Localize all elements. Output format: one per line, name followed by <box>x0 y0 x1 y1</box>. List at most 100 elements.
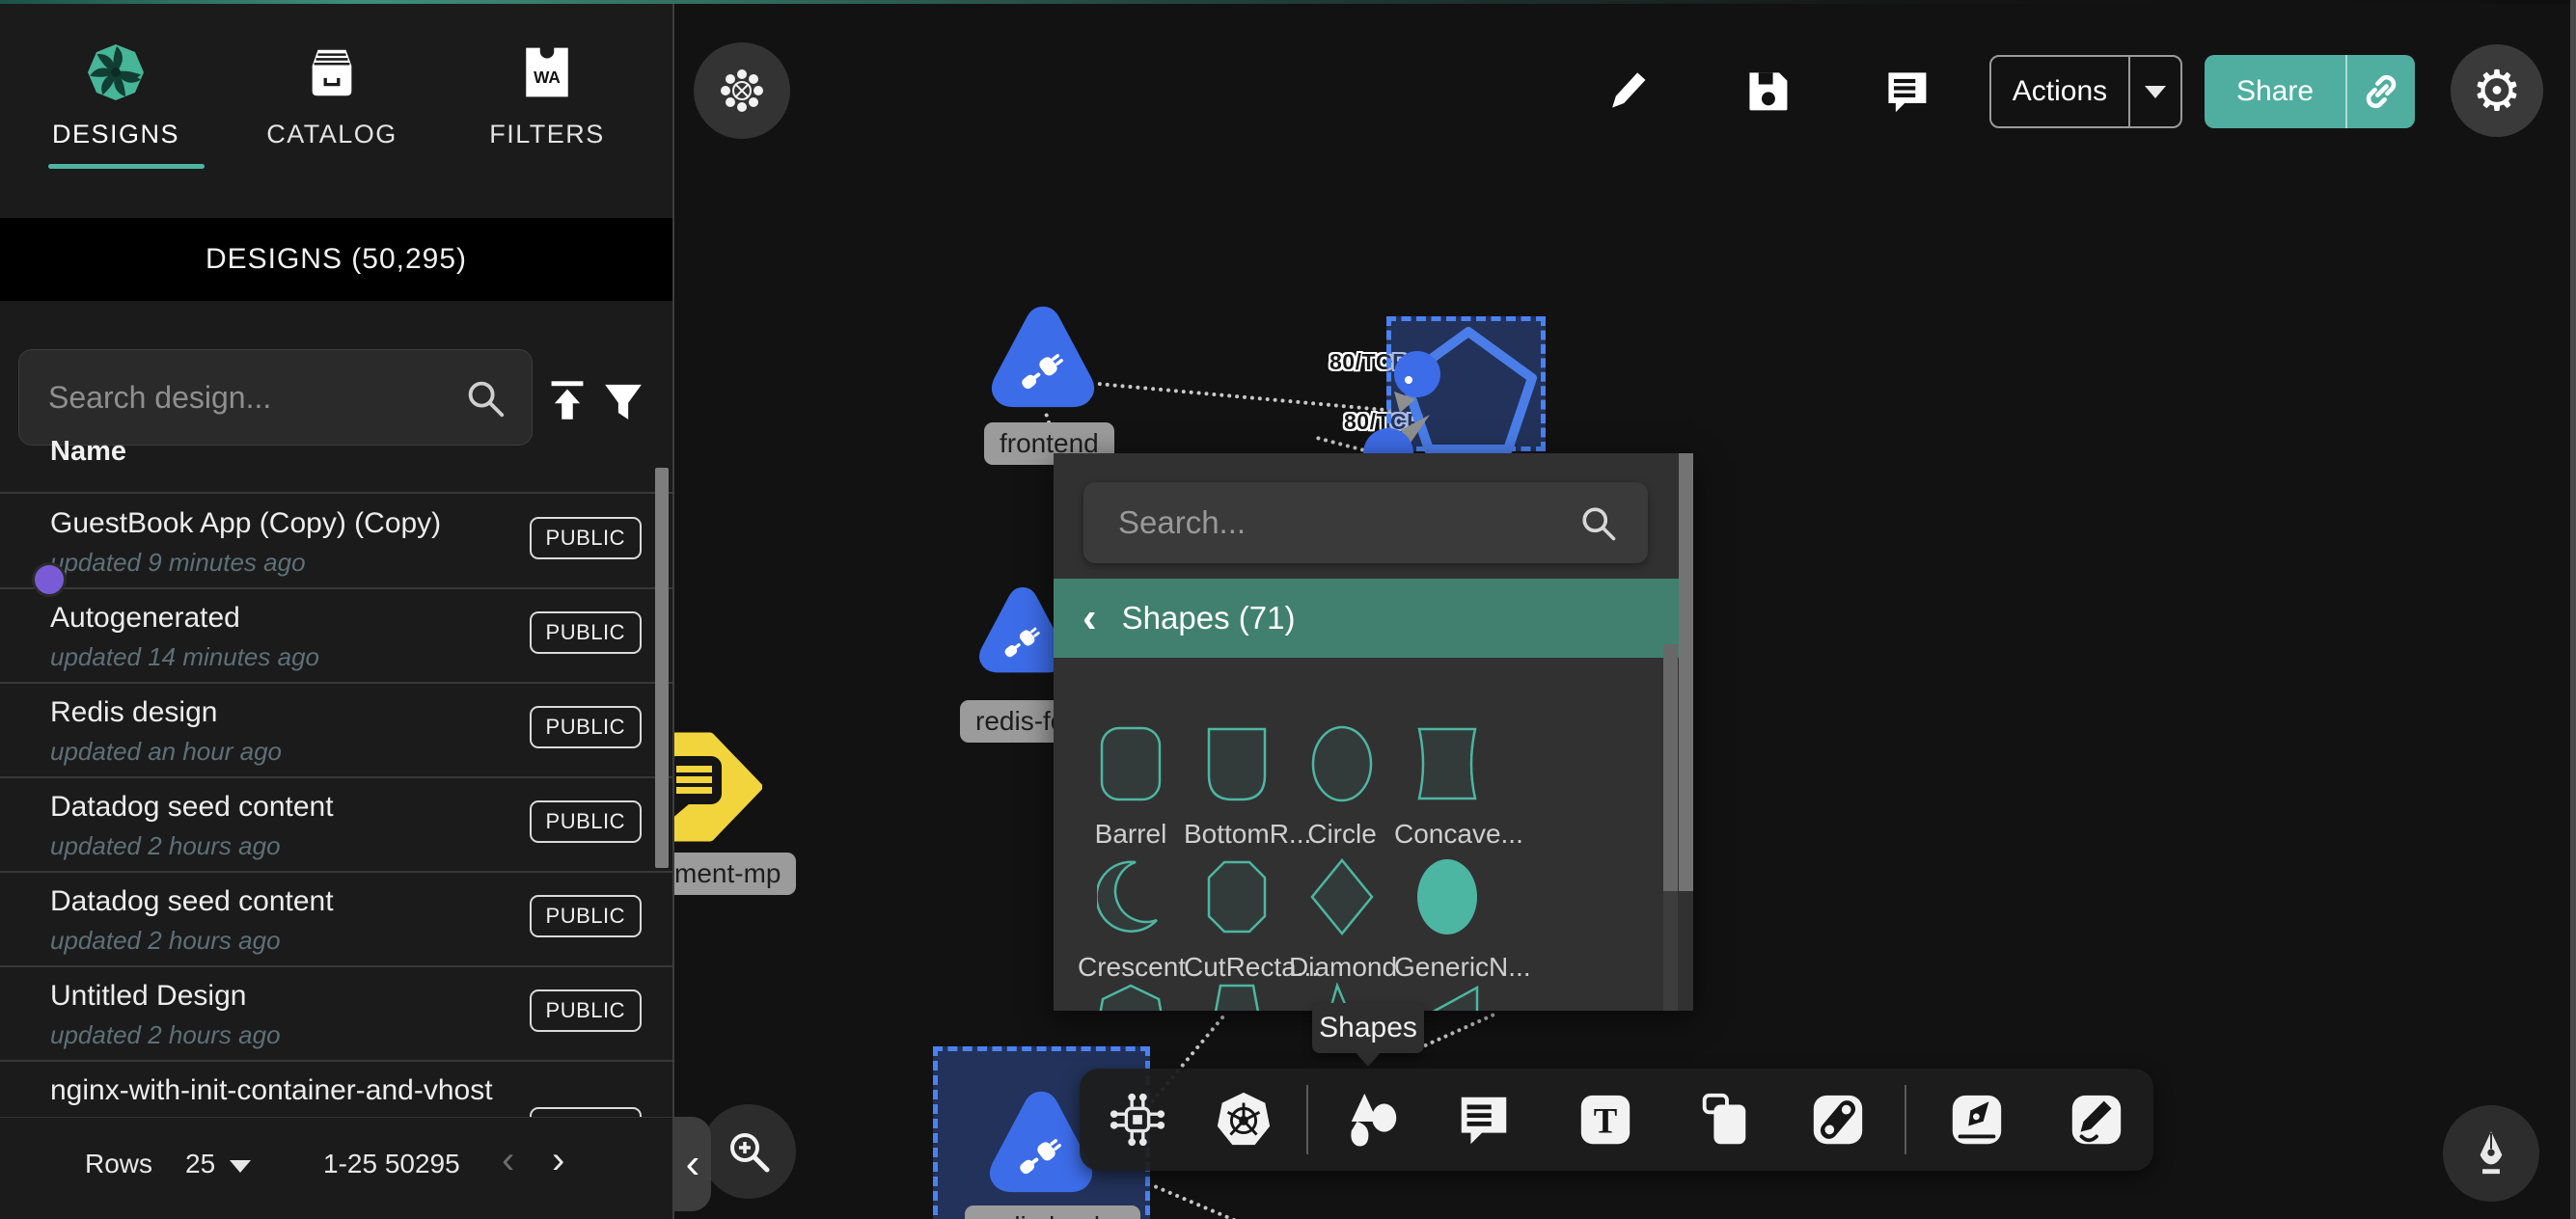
link-tool-icon[interactable] <box>1808 1090 1868 1150</box>
toolbar-divider <box>1306 1085 1308 1154</box>
barrel-shape-icon <box>1097 723 1165 804</box>
pen-nib-icon <box>2466 1128 2516 1178</box>
genericnode-shape-icon <box>1413 856 1481 937</box>
rows-label: Rows <box>85 1149 152 1179</box>
freehand-tool-icon[interactable] <box>2067 1090 2126 1150</box>
design-row[interactable]: GuestBook App (Copy) (Copy) updated 9 mi… <box>0 494 672 588</box>
zoom-in-button[interactable] <box>701 1104 796 1199</box>
circle-shape-icon <box>1308 723 1376 804</box>
shape-item-circle[interactable]: Circle <box>1289 723 1395 850</box>
panel-scrollbar[interactable] <box>1679 453 1693 891</box>
tab-designs[interactable]: DESIGNS <box>29 39 203 149</box>
edit-icon[interactable] <box>1602 66 1652 116</box>
edge-frontend-port1 <box>1098 382 1392 413</box>
design-row[interactable]: Datadog seed content updated 2 hours ago… <box>0 872 672 966</box>
active-tab-underline <box>48 164 205 169</box>
filter-funnel-icon[interactable] <box>600 378 646 424</box>
shape-list-scrollbar[interactable] <box>1663 644 1678 891</box>
actions-label: Actions <box>1991 75 2128 108</box>
visibility-badge: PUBLIC <box>530 989 642 1032</box>
shapes-tool-icon[interactable] <box>1344 1090 1404 1150</box>
visibility-badge: PUBLIC <box>530 706 642 748</box>
chevron-down-icon[interactable] <box>230 1160 251 1173</box>
heptagon-shape-icon <box>1097 982 1165 1011</box>
design-row[interactable]: Redis design updated an hour ago PUBLIC <box>0 683 672 777</box>
designs-sidebar: DESIGNS CATALOG WA FILTERS DESIGNS (50,2… <box>0 0 674 1219</box>
shapes-search[interactable] <box>1083 482 1648 563</box>
shape-list-scrollbar-track[interactable] <box>1663 891 1678 1011</box>
visibility-badge: PUBLIC <box>530 611 642 654</box>
trapezoid-shape-icon <box>1203 982 1271 1011</box>
kubernetes-icon[interactable] <box>1214 1090 1274 1150</box>
shape-item-crescent[interactable]: Crescent <box>1078 856 1184 983</box>
shape-item-genericnode[interactable]: GenericN... <box>1394 856 1500 983</box>
actions-button[interactable]: Actions <box>1989 55 2182 128</box>
visibility-badge: PUBLIC <box>530 517 642 559</box>
tab-catalog[interactable]: CATALOG <box>245 39 419 149</box>
port-circle-top[interactable] <box>1394 351 1440 397</box>
wasm-filter-icon: WA <box>519 39 575 106</box>
link-icon <box>2360 70 2402 113</box>
text-tool-icon[interactable]: T <box>1576 1090 1635 1150</box>
note-tool-icon[interactable] <box>1695 1090 1755 1150</box>
pen-mode-button[interactable] <box>2443 1105 2539 1202</box>
search-icon <box>1576 501 1619 544</box>
canvas-toolbar: T <box>1080 1069 2153 1171</box>
node-label-comment: ment-mp <box>659 853 796 895</box>
diamond-shape-icon <box>1308 856 1376 937</box>
shape-item-barrel[interactable]: Barrel <box>1078 723 1184 850</box>
copy-link-button[interactable] <box>2347 70 2415 113</box>
share-label: Share <box>2205 75 2345 108</box>
flower-icon <box>720 68 764 113</box>
actions-dropdown[interactable] <box>2130 86 2180 98</box>
tab-filters-label: FILTERS <box>460 120 634 149</box>
catalog-icon <box>302 39 362 106</box>
edge-near-tooltip <box>1416 1013 1495 1051</box>
node-frontend[interactable] <box>986 297 1100 419</box>
toolbar-divider <box>1905 1085 1906 1154</box>
save-icon[interactable] <box>1742 66 1793 116</box>
comments-icon[interactable] <box>1881 66 1932 116</box>
svg-text:WA: WA <box>534 68 561 87</box>
shape-item-bottomround[interactable]: BottomR... <box>1184 723 1290 850</box>
design-row[interactable]: Datadog seed content updated 2 hours ago… <box>0 777 672 872</box>
bottomround-shape-icon <box>1203 723 1271 804</box>
shape-item-partial-1[interactable] <box>1078 982 1184 1011</box>
comment-tool-icon[interactable] <box>1454 1090 1514 1150</box>
sidebar-scrollbar[interactable] <box>655 468 669 868</box>
window-scrollbar[interactable] <box>2570 0 2576 1219</box>
sidebar-collapse-button[interactable]: ‹ <box>674 1117 711 1211</box>
shape-item-partial-2[interactable] <box>1184 982 1290 1011</box>
settings-button[interactable]: ⚙ <box>2451 44 2543 137</box>
shapes-tooltip-arrow <box>1355 1051 1382 1067</box>
meshery-logo-icon <box>85 39 147 106</box>
shapes-category-header[interactable]: ‹ Shapes (71) <box>1054 579 1679 658</box>
search-icon <box>462 375 507 420</box>
page-size-select[interactable]: 25 <box>185 1149 215 1179</box>
dot-menu-button[interactable] <box>694 42 790 139</box>
next-page-button[interactable]: › <box>552 1139 564 1182</box>
top-accent-line <box>0 0 2576 4</box>
design-search[interactable] <box>18 349 533 446</box>
edge-selection-down <box>1153 1184 1236 1219</box>
pen-tool-icon[interactable] <box>1947 1090 2007 1150</box>
shape-item-concave[interactable]: Concave... <box>1394 723 1500 850</box>
design-search-input[interactable] <box>46 379 462 417</box>
name-column-header[interactable]: Name <box>50 436 126 468</box>
tab-filters[interactable]: WA FILTERS <box>460 39 634 149</box>
import-design-icon[interactable] <box>545 376 589 424</box>
designs-count-header: DESIGNS (50,295) <box>0 218 672 301</box>
visibility-badge: PUBLIC <box>530 895 642 937</box>
port-dot <box>1405 376 1412 384</box>
components-icon[interactable] <box>1108 1090 1167 1150</box>
crescent-shape-icon <box>1097 856 1165 937</box>
design-row[interactable]: Untitled Design updated 2 hours ago PUBL… <box>0 966 672 1061</box>
shapes-search-input[interactable] <box>1116 503 1576 542</box>
shape-item-cutrectangle[interactable]: CutRecta... <box>1184 856 1290 983</box>
design-row[interactable]: Autogenerated updated 14 minutes ago PUB… <box>0 588 672 683</box>
share-button[interactable]: Share <box>2205 55 2415 128</box>
gear-icon: ⚙ <box>2472 63 2522 119</box>
prev-page-button[interactable]: ‹ <box>502 1139 514 1182</box>
shapes-category-title: Shapes (71) <box>1122 600 1296 637</box>
shape-item-diamond[interactable]: Diamond <box>1289 856 1395 983</box>
